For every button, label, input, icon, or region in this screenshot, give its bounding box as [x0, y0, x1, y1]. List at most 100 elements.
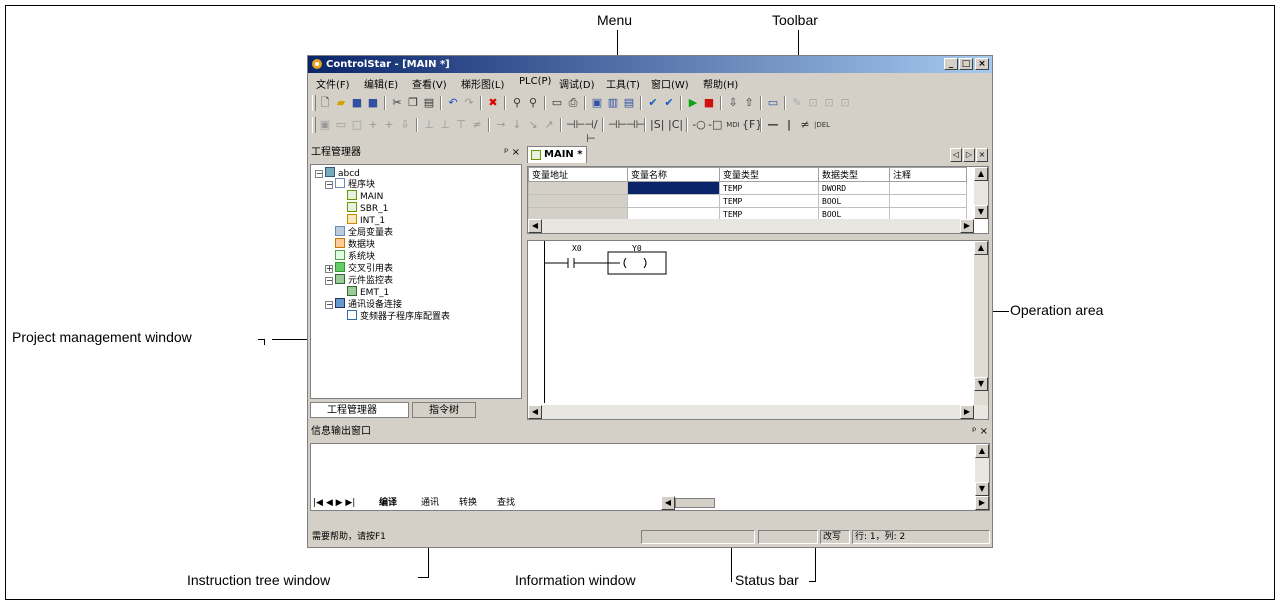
grid-vertical-scrollbar[interactable]: ▲ ▼	[974, 167, 988, 219]
scroll-up-icon[interactable]: ▲	[975, 444, 989, 458]
ladder-text-icon[interactable]: ▣	[318, 118, 332, 132]
tab-main[interactable]: MAIN *	[527, 146, 587, 163]
menu-window[interactable]: 窗口(W)	[651, 76, 689, 91]
menu-debug[interactable]: 调试(D)	[559, 76, 595, 91]
print-icon[interactable]: ⎙	[566, 96, 580, 110]
table-row[interactable]: TEMP BOOL	[528, 194, 967, 208]
save-icon[interactable]: ■	[350, 96, 364, 110]
menu-file[interactable]: 文件(F)	[316, 76, 350, 91]
reset-contact-icon[interactable]: |C|	[668, 118, 683, 132]
tab-compile[interactable]: 编译	[379, 496, 397, 510]
ladder-editor[interactable]: X0 Y0 ▲ ▼ ◀ ▶	[527, 240, 989, 420]
scroll-down-icon[interactable]: ▼	[974, 205, 988, 219]
tab-project-manager[interactable]: 工程管理器	[310, 402, 409, 418]
delete-icon[interactable]: ✖	[486, 96, 500, 110]
scroll-down-icon[interactable]: ▼	[975, 482, 989, 496]
compile-all-icon[interactable]: ✔	[662, 96, 676, 110]
mdi-icon[interactable]: MDI	[726, 118, 740, 132]
tab-comm[interactable]: 通讯	[421, 496, 439, 510]
grid-horizontal-scrollbar[interactable]: ◀ ▶	[528, 219, 974, 233]
tab-close-icon[interactable]: ×	[976, 148, 988, 162]
tab-nav-icons[interactable]: |◀ ◀ ▶ ▶|	[313, 496, 355, 510]
scroll-up-icon[interactable]: ▲	[974, 241, 988, 255]
func-icon[interactable]: {F}	[742, 118, 762, 132]
parallel-no-icon[interactable]: ⊣⊢	[608, 118, 627, 132]
scroll-down-icon[interactable]: ▼	[974, 377, 988, 391]
redo-icon[interactable]: ↷	[462, 96, 476, 110]
cut-icon[interactable]: ✂	[390, 96, 404, 110]
tab-instruction-tree[interactable]: 指令树	[412, 402, 476, 418]
ladder-hline-icon[interactable]: ⊥	[422, 118, 436, 132]
view-split-icon[interactable]: ▥	[606, 96, 620, 110]
download-icon[interactable]: ⇩	[726, 96, 740, 110]
toolbar-grip[interactable]	[312, 117, 316, 133]
ladder-vline-icon[interactable]: ⊥	[438, 118, 452, 132]
unforce-icon[interactable]: ⊡	[838, 96, 852, 110]
menu-tools[interactable]: 工具(T)	[606, 76, 640, 91]
output-pin-close-icon[interactable]: ᵖ ×	[972, 424, 988, 440]
arrow-down-right-icon[interactable]: ↘	[526, 118, 540, 132]
monitor-icon[interactable]: ▭	[766, 96, 780, 110]
menu-edit[interactable]: 编辑(E)	[364, 76, 398, 91]
vline-icon[interactable]: |	[782, 118, 796, 132]
scroll-left-icon[interactable]: ◀	[528, 219, 542, 233]
no-contact-icon[interactable]: ⊣⊢	[566, 118, 585, 132]
tab-scroll-right-icon[interactable]: ▷	[963, 148, 975, 162]
arrow-right-icon[interactable]: →	[494, 118, 508, 132]
menu-plc[interactable]: PLC(P)	[519, 76, 551, 87]
scroll-up-icon[interactable]: ▲	[974, 167, 988, 181]
new-file-icon[interactable]: 🗋	[318, 96, 332, 110]
view-icon[interactable]: ▣	[590, 96, 604, 110]
run-icon[interactable]: ▶	[686, 96, 700, 110]
open-folder-icon[interactable]: ▰	[334, 96, 348, 110]
scroll-left-icon[interactable]: ◀	[528, 405, 542, 419]
arrow-up-right-icon[interactable]: ↗	[542, 118, 556, 132]
minimize-button[interactable]: _	[944, 58, 958, 70]
set-contact-icon[interactable]: |S|	[650, 118, 664, 132]
ladder-horizontal-scrollbar[interactable]: ◀ ▶	[528, 405, 988, 419]
not-equal-icon[interactable]: ≠	[798, 118, 812, 132]
scroll-right-icon[interactable]: ▶	[960, 219, 974, 233]
toolbar-grip[interactable]	[312, 95, 316, 111]
menu-ladder[interactable]: 梯形图(L)	[461, 76, 504, 91]
ladder-rung[interactable]	[544, 251, 674, 275]
ladder-branch-icon[interactable]: ⇩	[398, 118, 412, 132]
scroll-thumb[interactable]	[675, 498, 715, 508]
undo-icon[interactable]: ↶	[446, 96, 460, 110]
parallel-nc-icon[interactable]: ⊣⊢	[626, 118, 645, 132]
table-row[interactable]: TEMP DWORD	[528, 181, 967, 195]
upload-icon[interactable]: ⇧	[742, 96, 756, 110]
find-icon[interactable]: ⚲	[510, 96, 524, 110]
force-icon[interactable]: ⊡	[822, 96, 836, 110]
paste-icon[interactable]: ▤	[422, 96, 436, 110]
tab-scroll-left-icon[interactable]: ◁	[950, 148, 962, 162]
ladder-insert-icon[interactable]: ⊤	[454, 118, 468, 132]
tab-convert[interactable]: 转换	[459, 496, 477, 510]
scroll-left-icon[interactable]: ◀	[661, 496, 675, 510]
close-button[interactable]: ×	[975, 58, 989, 70]
ladder-down-icon[interactable]: +	[382, 118, 396, 132]
hline-icon[interactable]: —	[766, 118, 780, 132]
arrow-down-icon[interactable]: ↓	[510, 118, 524, 132]
scroll-right-icon[interactable]: ▶	[960, 405, 974, 419]
ladder-vertical-scrollbar[interactable]: ▲ ▼	[974, 241, 988, 405]
tree-node-inverter[interactable]: 变频器子程序库配置表	[347, 310, 450, 323]
maximize-button[interactable]: □	[959, 58, 973, 70]
delete-line-icon[interactable]: |DEL	[814, 118, 830, 132]
view-window-icon[interactable]: ▤	[622, 96, 636, 110]
coil-icon[interactable]: -○	[692, 118, 706, 132]
pen-icon[interactable]: ✎	[790, 96, 804, 110]
nc-contact-icon[interactable]: ⊣/⊢	[584, 118, 598, 145]
pane-pin-close-icon[interactable]: ᵖ ×	[504, 145, 520, 161]
scroll-right-icon[interactable]: ▶	[975, 496, 989, 510]
ladder-rect-icon[interactable]: □	[350, 118, 364, 132]
print-preview-icon[interactable]: ▭	[550, 96, 564, 110]
replace-icon[interactable]: ⚲	[526, 96, 540, 110]
tab-find[interactable]: 查找	[497, 496, 515, 510]
copy-icon[interactable]: ❐	[406, 96, 420, 110]
ladder-box-icon[interactable]: ▭	[334, 118, 348, 132]
stop-icon[interactable]: ■	[702, 96, 716, 110]
ladder-cross-icon[interactable]: +	[366, 118, 380, 132]
output-vertical-scrollbar[interactable]: ▲ ▼	[975, 444, 989, 496]
information-output-window[interactable]: ▲ ▼ |◀ ◀ ▶ ▶| 编译 通讯 转换 查找 ◀ ▶	[310, 443, 990, 511]
